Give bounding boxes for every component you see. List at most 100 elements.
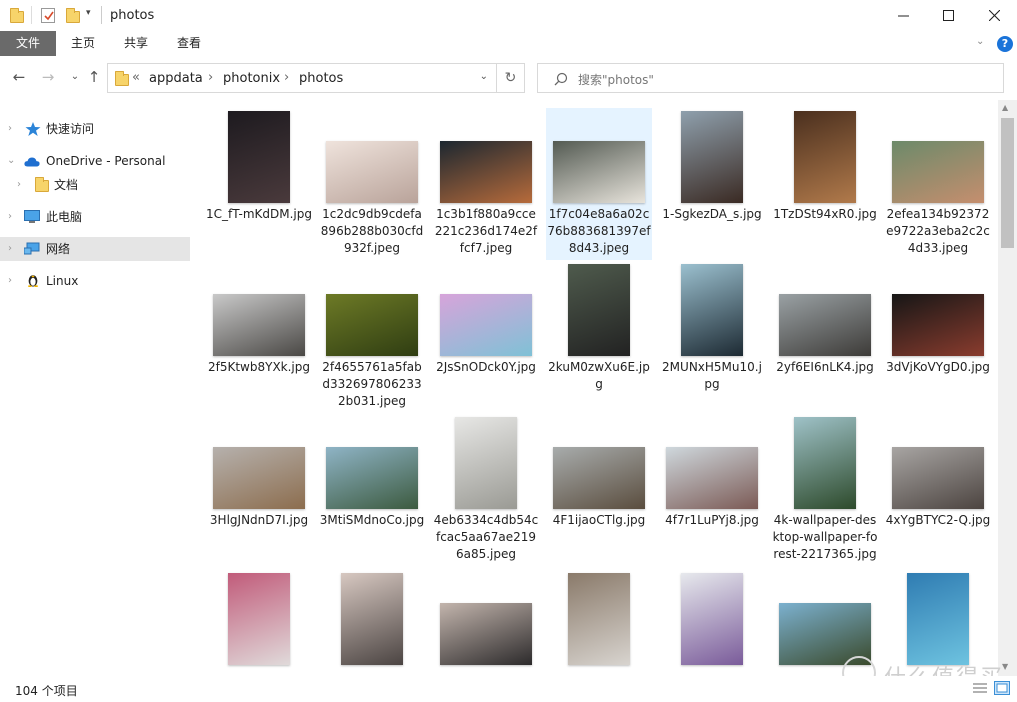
navigation-bar: ← → ⌄ ↑ « appdata › photonix › photos ⌄ … [0,56,1017,100]
file-name: 2yf6EI6nLK4.jpg [776,360,874,374]
file-item[interactable]: 3HlgJNdnD7I.jpg [206,414,312,566]
file-name: 4eb6334c4db54cfcac5aa67ae2196a85.jpeg [433,513,539,561]
file-item[interactable] [659,570,765,676]
file-item[interactable]: 2f5Ktwb8YXk.jpg [206,261,312,413]
file-thumbnail [228,573,290,665]
file-item[interactable]: 1c2dc9db9cdefa896b288b030cfd932f.jpeg [319,108,425,260]
sidebar-item-quick-access[interactable]: › 快速访问 [0,117,190,141]
up-button[interactable]: ↑ [85,68,103,86]
sidebar-item-documents[interactable]: › 文档 [0,173,190,197]
vertical-scrollbar[interactable]: ▲ ▼ [998,100,1017,676]
sidebar-item-this-pc[interactable]: › 此电脑 [0,205,190,229]
chevron-right-icon[interactable]: › [17,173,21,197]
file-thumbnail [892,141,984,203]
file-item[interactable]: 1c3b1f880a9cce221c236d174e2ffcf7.jpeg [433,108,539,260]
star-icon [25,122,41,136]
search-input[interactable]: 搜索"photos" [578,71,654,88]
scrollbar-thumb[interactable] [1001,118,1014,248]
file-item[interactable]: 3dVjKoVYgD0.jpg [885,261,991,413]
file-name: 4xYgBTYC2-Q.jpg [885,513,991,527]
back-button[interactable]: ← [10,68,28,86]
file-item[interactable]: 2yf6EI6nLK4.jpg [772,261,878,413]
file-item[interactable]: 1C_fT-mKdDM.jpg [206,108,312,260]
file-item[interactable]: 2MUNxH5Mu10.jpg [659,261,765,413]
chevron-right-icon[interactable]: › [8,237,12,261]
forward-button[interactable]: → [39,68,57,86]
file-item[interactable] [319,570,425,676]
properties-icon[interactable] [41,8,55,23]
file-item[interactable]: 1-SgkezDA_s.jpg [659,108,765,260]
sidebar-item-label: Linux [46,274,79,288]
file-item[interactable] [433,570,539,676]
tab-view[interactable]: 查看 [166,31,212,56]
file-item[interactable]: 3MtiSMdnoCo.jpg [319,414,425,566]
file-name: 3HlgJNdnD7I.jpg [209,513,309,527]
customize-toolbar-icon[interactable]: ▾ [86,8,91,18]
breadcrumb-separator[interactable]: › [208,70,213,85]
large-icons-view-icon[interactable] [994,681,1010,695]
refresh-button[interactable]: ↻ [497,63,525,93]
tab-home[interactable]: 主页 [60,31,106,56]
address-bar[interactable]: « appdata › photonix › photos ⌄ [107,63,497,93]
cloud-icon [24,157,40,167]
file-name: 3dVjKoVYgD0.jpg [886,360,990,374]
file-name: 4f7r1LuPYj8.jpg [665,513,759,527]
file-item[interactable]: 4k-wallpaper-desktop-wallpaper-forest-22… [772,414,878,566]
expand-ribbon-icon[interactable]: ⌄ [976,36,984,47]
chevron-right-icon[interactable]: › [8,117,12,141]
file-item[interactable]: 1f7c04e8a6a02c76b883681397ef8d43.jpeg [546,108,652,260]
file-item[interactable]: 2efea134b92372e9722a3eba2c2c4d33.jpeg [885,108,991,260]
tab-file[interactable]: 文件 [0,31,56,56]
address-overflow[interactable]: « [132,70,140,85]
sidebar-item-onedrive[interactable]: ⌄ OneDrive - Personal [0,149,190,173]
file-thumbnail [779,294,871,356]
file-thumbnail [666,447,758,509]
file-name: 1c2dc9db9cdefa896b288b030cfd932f.jpeg [320,207,424,255]
file-thumbnail [553,141,645,203]
file-thumbnail [326,294,418,356]
network-icon [24,242,40,255]
chevron-right-icon[interactable]: › [8,205,12,229]
details-view-icon[interactable] [972,681,988,695]
file-item[interactable]: 4xYgBTYC2-Q.jpg [885,414,991,566]
file-name: 1TzDSt94xR0.jpg [773,207,877,221]
file-item[interactable]: 4f7r1LuPYj8.jpg [659,414,765,566]
chevron-down-icon[interactable]: ⌄ [7,149,15,173]
window-title: photos [110,8,155,23]
file-item[interactable]: 4eb6334c4db54cfcac5aa67ae2196a85.jpeg [433,414,539,566]
breadcrumb-photonix[interactable]: photonix [223,71,280,86]
file-name: 4k-wallpaper-desktop-wallpaper-forest-22… [772,513,878,561]
folder-icon [10,8,24,23]
close-button[interactable] [971,0,1017,31]
breadcrumb-photos[interactable]: photos [299,71,343,86]
scroll-up-icon[interactable]: ▲ [1002,103,1008,112]
help-icon[interactable]: ? [997,36,1013,52]
file-item[interactable]: 2f4655761a5fabd3326978062332b031.jpeg [319,261,425,413]
minimize-button[interactable] [880,0,926,31]
file-item[interactable] [206,570,312,676]
search-box[interactable]: 搜索"photos" [537,63,1004,93]
file-thumbnail [455,417,517,509]
file-item[interactable]: 2JsSnODck0Y.jpg [433,261,539,413]
chevron-right-icon[interactable]: › [8,269,12,293]
new-folder-icon[interactable] [66,8,80,23]
tab-share[interactable]: 共享 [113,31,159,56]
ribbon-tabs: 文件 主页 共享 查看 ⌄ ? [0,31,1017,56]
file-list: 1C_fT-mKdDM.jpg 1c2dc9db9cdefa896b288b030… [196,100,996,676]
breadcrumb-appdata[interactable]: appdata [149,71,203,86]
navigation-pane: › 快速访问 ⌄ OneDrive - Personal › 文档 › 此电脑 … [0,100,190,676]
file-thumbnail [213,447,305,509]
file-name: 2kuM0zwXu6E.jpg [548,360,650,391]
recent-locations-icon[interactable]: ⌄ [66,68,84,86]
sidebar-item-network[interactable]: › 网络 [0,237,190,261]
maximize-button[interactable] [925,0,971,31]
file-thumbnail [681,573,743,665]
file-item[interactable] [546,570,652,676]
address-dropdown-icon[interactable]: ⌄ [480,71,488,82]
file-item[interactable]: 2kuM0zwXu6E.jpg [546,261,652,413]
file-item[interactable]: 1TzDSt94xR0.jpg [772,108,878,260]
file-thumbnail [553,447,645,509]
breadcrumb-separator[interactable]: › [284,70,289,85]
sidebar-item-linux[interactable]: › Linux [0,269,190,293]
file-item[interactable]: 4F1ijaoCTlg.jpg [546,414,652,566]
